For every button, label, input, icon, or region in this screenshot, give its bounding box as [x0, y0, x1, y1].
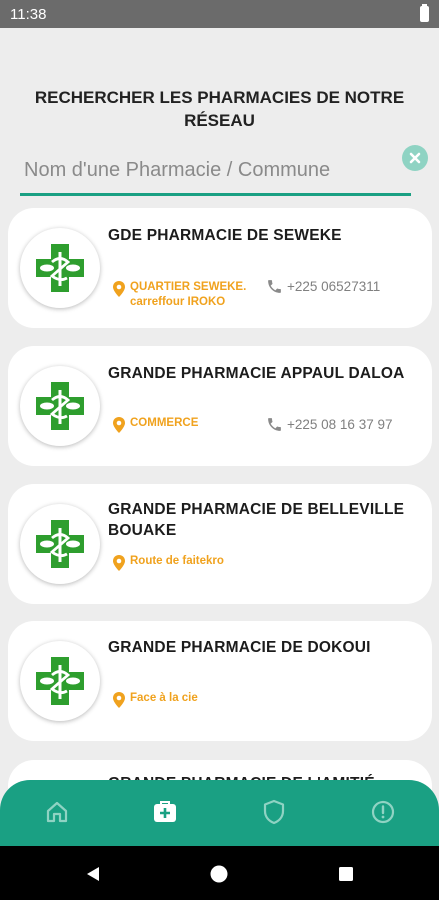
location-pin-icon — [113, 417, 125, 433]
pharmacy-name: GDE PHARMACIE DE SEWEKE — [108, 227, 342, 244]
pharmacy-name: GRANDE PHARMACIE DE DOKOUI — [108, 639, 371, 656]
address-text: Route de faitekro — [130, 555, 224, 567]
address-text: QUARTIER SEWEKE. carreffour IROKO — [130, 281, 247, 308]
pharmacy-logo — [20, 504, 100, 584]
pharmacy-card[interactable]: GRANDE PHARMACIE DE DOKOUI Face à la cie — [8, 621, 432, 741]
pharmacy-cross-icon — [36, 244, 84, 292]
close-icon — [409, 152, 421, 164]
pharmacy-card[interactable]: GRANDE PHARMACIE APPAUL DALOA COMMERCE +… — [8, 346, 432, 466]
recents-button[interactable] — [335, 863, 357, 885]
address-text: COMMERCE — [130, 417, 199, 429]
pharmacy-address: Face à la cie — [112, 691, 198, 709]
home-button[interactable] — [208, 863, 230, 885]
phone-number: +225 08 16 37 97 — [287, 417, 393, 432]
system-nav-bar — [0, 846, 439, 900]
status-time: 11:38 — [10, 5, 47, 23]
pharmacy-card[interactable]: GRANDE PHARMACIE DE BELLEVILLE BOUAKE Ro… — [8, 484, 432, 604]
pharmacy-address: Route de faitekro — [112, 554, 224, 572]
back-triangle-icon — [87, 867, 99, 881]
back-button[interactable] — [82, 863, 104, 885]
address-text: Face à la cie — [130, 692, 198, 704]
pharmacy-cross-icon — [36, 657, 84, 705]
phone-icon — [268, 280, 281, 293]
status-bar: 11:38 — [0, 0, 439, 28]
alert-icon — [371, 800, 395, 824]
shield-icon — [263, 799, 285, 825]
home-icon — [46, 801, 68, 823]
pharmacy-name: GRANDE PHARMACIE DE BELLEVILLE BOUAKE — [108, 501, 405, 539]
recents-square-icon — [339, 867, 353, 881]
bottom-nav — [0, 780, 439, 846]
pharmacy-phone[interactable]: +225 08 16 37 97 — [266, 416, 392, 433]
pharmacy-name: GRANDE PHARMACIE APPAUL DALOA — [108, 365, 405, 382]
clear-search-button[interactable] — [402, 145, 428, 171]
location-pin-icon — [113, 281, 125, 297]
pharmacy-card[interactable]: GDE PHARMACIE DE SEWEKE QUARTIER SEWEKE.… — [8, 208, 432, 328]
pharmacy-cross-icon — [36, 382, 84, 430]
medical-kit-icon — [154, 801, 176, 822]
nav-insurance[interactable] — [256, 794, 292, 830]
pharmacy-address: COMMERCE — [112, 416, 198, 434]
battery-icon — [420, 4, 429, 22]
pharmacy-logo — [20, 228, 100, 308]
location-pin-icon — [113, 555, 125, 571]
home-circle-icon — [210, 865, 228, 883]
nav-home[interactable] — [39, 794, 75, 830]
pharmacy-phone[interactable]: +225 06527311 — [266, 278, 380, 295]
search-input[interactable] — [20, 150, 411, 190]
pharmacy-logo — [20, 366, 100, 446]
page-title: RECHERCHER LES PHARMACIES DE NOTRE RÉSEA… — [34, 88, 405, 130]
pharmacy-logo — [20, 641, 100, 721]
nav-alerts[interactable] — [365, 794, 401, 830]
location-pin-icon — [113, 692, 125, 708]
phone-number: +225 06527311 — [287, 279, 381, 294]
phone-icon — [268, 418, 281, 431]
search-field — [20, 150, 411, 196]
pharmacy-address: QUARTIER SEWEKE. carreffour IROKO — [112, 280, 250, 310]
nav-pharmacies[interactable] — [147, 794, 183, 830]
pharmacy-cross-icon — [36, 520, 84, 568]
